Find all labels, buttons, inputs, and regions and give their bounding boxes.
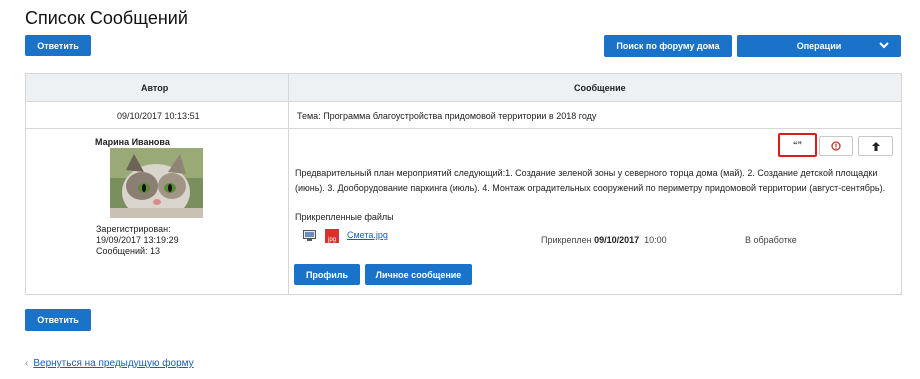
author-column-header: Автор xyxy=(141,83,169,93)
scroll-top-button[interactable] xyxy=(858,136,893,156)
avatar[interactable] xyxy=(110,148,203,218)
table-header: Автор Сообщение xyxy=(26,74,901,102)
quote-button[interactable]: “” xyxy=(778,133,817,157)
page-title: Список Сообщений xyxy=(25,8,188,28)
attached-info: Прикреплен 09/10/2017 10:00 xyxy=(541,235,667,245)
reply-button-bottom[interactable]: Ответить xyxy=(25,309,91,331)
messages-count: Сообщений: 13 xyxy=(96,246,161,256)
status-label: В обработке xyxy=(745,235,797,245)
reply-button[interactable]: Ответить xyxy=(25,35,91,56)
operations-label: Операции xyxy=(796,41,842,51)
quote-icon: “” xyxy=(793,140,802,150)
message-column-header: Сообщение xyxy=(574,83,626,93)
back-link-label: Вернуться на предыдущую форму xyxy=(33,358,194,369)
preview-icon[interactable] xyxy=(303,230,316,242)
chevron-left-icon: ‹ xyxy=(25,358,29,369)
report-button[interactable] xyxy=(819,136,853,156)
registered-date: 19/09/2017 13:19:29 xyxy=(96,235,179,245)
author-name: Марина Иванова xyxy=(95,137,170,147)
registered-label: Зарегистрирован: xyxy=(96,224,171,234)
jpg-file-icon: jpg xyxy=(325,229,339,243)
profile-button[interactable]: Профиль xyxy=(294,264,360,285)
private-message-button[interactable]: Личное сообщение xyxy=(365,264,472,285)
file-type-badge: jpg xyxy=(327,237,336,243)
message-body: Предварительный план мероприятий следующ… xyxy=(295,168,886,193)
back-link[interactable]: ‹ Вернуться на предыдущую форму xyxy=(25,358,194,369)
arrow-up-icon xyxy=(871,141,880,151)
topic-title: Тема: Программа благоустройства придомов… xyxy=(297,111,597,121)
forum-search-button[interactable]: Поиск по форуму дома xyxy=(604,35,732,57)
attachment-link[interactable]: Смета.jpg xyxy=(347,230,388,240)
alert-icon xyxy=(831,141,841,151)
chevron-down-icon xyxy=(879,42,889,49)
topic-date: 09/10/2017 10:13:51 xyxy=(117,111,200,121)
operations-dropdown[interactable]: Операции xyxy=(737,35,901,57)
attached-time: 10:00 xyxy=(644,235,667,245)
attached-date: 09/10/2017 xyxy=(594,235,640,245)
attached-prefix: Прикреплен xyxy=(541,235,592,245)
attachments-label: Прикрепленные файлы xyxy=(295,212,394,222)
topic-row: 09/10/2017 10:13:51 Тема: Программа благ… xyxy=(26,102,901,129)
kitten-photo xyxy=(110,148,203,218)
